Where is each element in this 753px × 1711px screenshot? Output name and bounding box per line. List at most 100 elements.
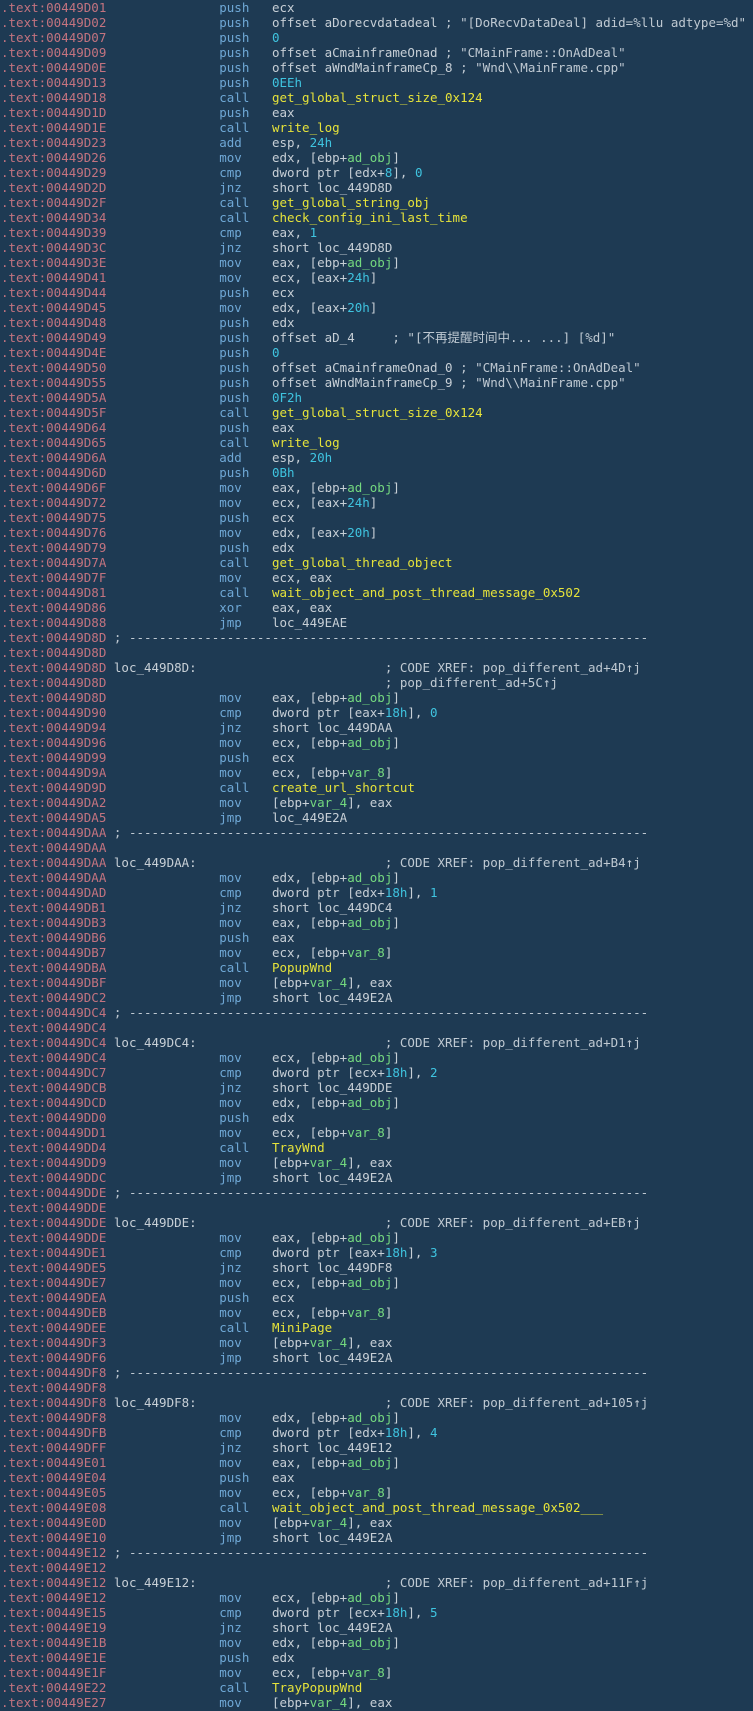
function-ref[interactable]: write_log: [272, 120, 340, 135]
address-cell[interactable]: .text:00449D65: [1, 435, 106, 450]
function-ref[interactable]: PopupWnd: [272, 960, 332, 975]
function-ref[interactable]: TrayPopupWnd: [272, 1680, 362, 1695]
address-cell[interactable]: .text:00449DD4: [1, 1140, 106, 1155]
code-line[interactable]: .text:00449DE5 jnz short loc_449DF8: [1, 1260, 753, 1275]
code-line[interactable]: .text:00449E1B mov edx, [ebp+ad_obj]: [1, 1635, 753, 1650]
address-cell[interactable]: .text:00449D5A: [1, 390, 106, 405]
local-var-ref[interactable]: var_8: [347, 1305, 385, 1320]
code-line[interactable]: .text:00449D8D loc_449D8D: ; CODE XREF: …: [1, 660, 753, 675]
address-cell[interactable]: .text:00449D7F: [1, 570, 106, 585]
address-cell[interactable]: .text:00449DC7: [1, 1065, 106, 1080]
address-cell[interactable]: .text:00449D1E: [1, 120, 106, 135]
local-var-ref[interactable]: ad_obj: [347, 1455, 392, 1470]
address-cell[interactable]: .text:00449D3C: [1, 240, 106, 255]
address-cell[interactable]: .text:00449DC4: [1, 1005, 106, 1020]
code-line[interactable]: .text:00449DD9 mov [ebp+var_4], eax: [1, 1155, 753, 1170]
address-cell[interactable]: .text:00449D5F: [1, 405, 106, 420]
address-cell[interactable]: .text:00449DE7: [1, 1275, 106, 1290]
address-cell[interactable]: .text:00449D79: [1, 540, 106, 555]
local-var-ref[interactable]: ad_obj: [347, 1050, 392, 1065]
address-cell[interactable]: .text:00449DD9: [1, 1155, 106, 1170]
code-line[interactable]: .text:00449DD4 call TrayWnd: [1, 1140, 753, 1155]
address-cell[interactable]: .text:00449D6F: [1, 480, 106, 495]
code-line[interactable]: .text:00449E1E push edx: [1, 1650, 753, 1665]
address-cell[interactable]: .text:00449D96: [1, 735, 106, 750]
code-line[interactable]: .text:00449D3E mov eax, [ebp+ad_obj]: [1, 255, 753, 270]
address-cell[interactable]: .text:00449DAA: [1, 855, 106, 870]
code-line[interactable]: .text:00449DEB mov ecx, [ebp+var_8]: [1, 1305, 753, 1320]
address-cell[interactable]: .text:00449DE1: [1, 1245, 106, 1260]
address-cell[interactable]: .text:00449DDC: [1, 1170, 106, 1185]
code-line[interactable]: .text:00449E1F mov ecx, [ebp+var_8]: [1, 1665, 753, 1680]
local-var-ref[interactable]: ad_obj: [347, 1590, 392, 1605]
local-var-ref[interactable]: var_4: [310, 1515, 348, 1530]
code-line[interactable]: .text:00449D2D jnz short loc_449D8D: [1, 180, 753, 195]
address-cell[interactable]: .text:00449E1B: [1, 1635, 106, 1650]
function-ref[interactable]: MiniPage: [272, 1320, 332, 1335]
address-cell[interactable]: .text:00449DC4: [1, 1050, 106, 1065]
code-line[interactable]: .text:00449D45 mov edx, [eax+20h]: [1, 300, 753, 315]
code-line[interactable]: .text:00449DAA: [1, 840, 753, 855]
code-line[interactable]: .text:00449DE1 cmp dword ptr [eax+18h], …: [1, 1245, 753, 1260]
address-cell[interactable]: .text:00449D81: [1, 585, 106, 600]
code-line[interactable]: .text:00449D4E push 0: [1, 345, 753, 360]
address-cell[interactable]: .text:00449E01: [1, 1455, 106, 1470]
code-line[interactable]: .text:00449D6F mov eax, [ebp+ad_obj]: [1, 480, 753, 495]
address-cell[interactable]: .text:00449D07: [1, 30, 106, 45]
code-line[interactable]: .text:00449D50 push offset aCmainframeOn…: [1, 360, 753, 375]
code-line[interactable]: .text:00449D9D call create_url_shortcut: [1, 780, 753, 795]
code-line[interactable]: .text:00449D1D push eax: [1, 105, 753, 120]
address-cell[interactable]: .text:00449D2D: [1, 180, 106, 195]
address-cell[interactable]: .text:00449E08: [1, 1500, 106, 1515]
address-cell[interactable]: .text:00449D09: [1, 45, 106, 60]
code-line[interactable]: .text:00449E12 ; -----------------------…: [1, 1545, 753, 1560]
address-cell[interactable]: .text:00449DA5: [1, 810, 106, 825]
local-var-ref[interactable]: ad_obj: [347, 480, 392, 495]
code-line[interactable]: .text:00449D34 call check_config_ini_las…: [1, 210, 753, 225]
code-line[interactable]: .text:00449DC4 loc_449DC4: ; CODE XREF: …: [1, 1035, 753, 1050]
address-cell[interactable]: .text:00449DF3: [1, 1335, 106, 1350]
code-line[interactable]: .text:00449D29 cmp dword ptr [edx+8], 0: [1, 165, 753, 180]
code-line[interactable]: .text:00449D72 mov ecx, [eax+24h]: [1, 495, 753, 510]
code-line[interactable]: .text:00449D9A mov ecx, [ebp+var_8]: [1, 765, 753, 780]
address-cell[interactable]: .text:00449DAD: [1, 885, 106, 900]
code-line[interactable]: .text:00449DC7 cmp dword ptr [ecx+18h], …: [1, 1065, 753, 1080]
address-cell[interactable]: .text:00449D01: [1, 0, 106, 15]
code-line[interactable]: .text:00449E22 call TrayPopupWnd: [1, 1680, 753, 1695]
code-line[interactable]: .text:00449E12 loc_449E12: ; CODE XREF: …: [1, 1575, 753, 1590]
code-label[interactable]: loc_449D8D:: [114, 660, 197, 675]
address-cell[interactable]: .text:00449D8D: [1, 690, 106, 705]
code-line[interactable]: .text:00449DC4: [1, 1020, 753, 1035]
address-cell[interactable]: .text:00449DC2: [1, 990, 106, 1005]
code-line[interactable]: .text:00449DF8 loc_449DF8: ; CODE XREF: …: [1, 1395, 753, 1410]
code-line[interactable]: .text:00449D6A add esp, 20h: [1, 450, 753, 465]
address-cell[interactable]: .text:00449D94: [1, 720, 106, 735]
address-cell[interactable]: .text:00449DC4: [1, 1035, 106, 1050]
function-ref[interactable]: wait_object_and_post_thread_message_0x50…: [272, 1500, 603, 1515]
code-line[interactable]: .text:00449D44 push ecx: [1, 285, 753, 300]
address-cell[interactable]: .text:00449D2F: [1, 195, 106, 210]
code-line[interactable]: .text:00449D55 push offset aWndMainframe…: [1, 375, 753, 390]
address-cell[interactable]: .text:00449E12: [1, 1575, 106, 1590]
address-cell[interactable]: .text:00449D75: [1, 510, 106, 525]
code-line[interactable]: .text:00449D2F call get_global_string_ob…: [1, 195, 753, 210]
code-line[interactable]: .text:00449DDE loc_449DDE: ; CODE XREF: …: [1, 1215, 753, 1230]
address-cell[interactable]: .text:00449DF8: [1, 1365, 106, 1380]
code-line[interactable]: .text:00449D18 call get_global_struct_si…: [1, 90, 753, 105]
code-line[interactable]: .text:00449D39 cmp eax, 1: [1, 225, 753, 240]
code-line[interactable]: .text:00449D79 push edx: [1, 540, 753, 555]
address-cell[interactable]: .text:00449DDE: [1, 1185, 106, 1200]
code-line[interactable]: .text:00449DDC jmp short loc_449E2A: [1, 1170, 753, 1185]
code-line[interactable]: .text:00449D7F mov ecx, eax: [1, 570, 753, 585]
code-line[interactable]: .text:00449D8D mov eax, [ebp+ad_obj]: [1, 690, 753, 705]
function-ref[interactable]: TrayWnd: [272, 1140, 325, 1155]
local-var-ref[interactable]: var_4: [310, 975, 348, 990]
address-cell[interactable]: .text:00449D45: [1, 300, 106, 315]
address-cell[interactable]: .text:00449D6D: [1, 465, 106, 480]
address-cell[interactable]: .text:00449DFB: [1, 1425, 106, 1440]
local-var-ref[interactable]: ad_obj: [347, 690, 392, 705]
code-line[interactable]: .text:00449E27 mov [ebp+var_4], eax: [1, 1695, 753, 1710]
code-line[interactable]: .text:00449D81 call wait_object_and_post…: [1, 585, 753, 600]
code-line[interactable]: .text:00449DF3 mov [ebp+var_4], eax: [1, 1335, 753, 1350]
code-line[interactable]: .text:00449E04 push eax: [1, 1470, 753, 1485]
